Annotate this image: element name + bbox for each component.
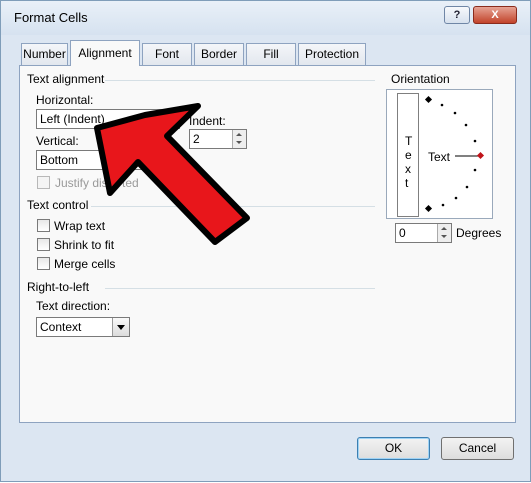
tab-alignment[interactable]: Alignment <box>70 40 140 66</box>
format-cells-dialog: Format Cells ? X Number Alignment Font B… <box>0 0 531 482</box>
red-arrow-annotation <box>94 103 250 245</box>
arrow-icon <box>94 103 250 245</box>
